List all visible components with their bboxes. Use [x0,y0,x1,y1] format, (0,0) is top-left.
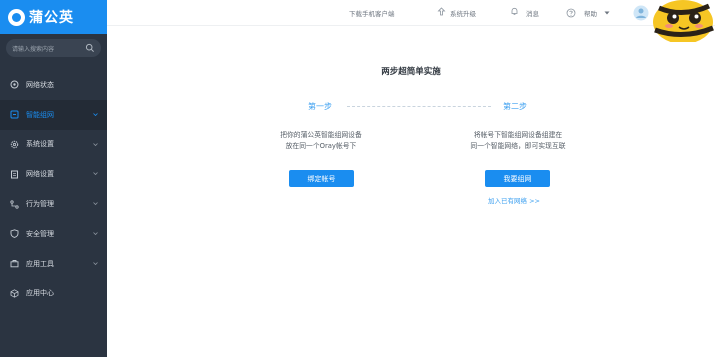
sidebar-item-label: 应用中心 [26,289,54,298]
sidebar: 蒲公英 请输入搜索内容 网络状态 智能组网 系统设置 网络设置 行为管理 安全管… [0,0,107,357]
bell-icon [511,7,518,15]
shield-icon [10,229,19,239]
cube-icon [10,289,19,298]
step-divider [347,106,491,107]
system-upgrade-link[interactable]: 系统升级 [450,8,476,18]
step-two-label: 第二步 [503,102,527,111]
sidebar-item-security-management[interactable]: 安全管理 [0,219,107,249]
gear-icon [10,140,19,149]
brand-name: 蒲公英 [29,10,74,26]
create-network-button[interactable]: 我要组网 [485,170,550,187]
sidebar-item-system-settings[interactable]: 系统设置 [0,130,107,160]
top-bar: 下载手机客户端 系统升级 消息 帮助 [107,0,715,26]
chevron-down-icon [93,202,98,206]
download-app-link[interactable]: 下载手机客户端 [349,8,395,18]
join-network-link[interactable]: 加入已有网络 >> [488,195,540,205]
bind-account-button[interactable]: 绑定帐号 [289,170,354,187]
pgy-logo-icon [8,8,25,26]
search-placeholder: 请输入搜索内容 [12,45,55,53]
sidebar-item-network-settings[interactable]: 网络设置 [0,159,107,189]
document-icon [11,170,18,179]
route-icon [10,199,19,209]
step-one-desc-line2: 放在同一个Oray帐号下 [285,142,357,150]
sidebar-item-app-tools[interactable]: 应用工具 [0,249,107,279]
help-icon [566,8,576,18]
chevron-down-icon [93,232,98,236]
chevron-down-icon [93,142,98,146]
sidebar-item-network-status[interactable]: 网络状态 [0,70,107,100]
step-one-description: 把你的蒲公英智能组网设备 放在同一个Oray帐号下 [241,130,401,152]
page-title: 两步超简单实施 [381,67,441,77]
sidebar-item-label: 行为管理 [26,200,54,209]
sidebar-item-behavior-management[interactable]: 行为管理 [0,189,107,219]
chevron-down-icon [93,172,98,176]
step-two-description: 将帐号下智能组网设备组建在 同一个智能网络，即可实现互联 [438,130,598,152]
sidebar-item-label: 应用工具 [26,259,54,268]
watermark: 爆侃数码圈 [573,320,683,344]
caret-down-icon[interactable] [604,10,610,16]
sidebar-item-label: 网络状态 [26,80,54,89]
search-icon[interactable] [85,43,95,53]
help-link[interactable]: 帮助 [584,8,597,18]
main-content: 两步超简单实施 第一步 第二步 把你的蒲公英智能组网设备 放在同一个Oray帐号… [107,26,715,357]
sidebar-item-smart-network[interactable]: 智能组网 [0,99,107,130]
status-icon [10,80,19,89]
sidebar-item-label: 安全管理 [26,229,54,238]
brand-header[interactable]: 蒲公英 [0,0,107,34]
network-icon [10,110,19,119]
sidebar-item-label: 系统设置 [26,140,54,149]
search-input[interactable]: 请输入搜索内容 [6,39,101,57]
avatar[interactable] [633,5,649,21]
step-one-desc-line1: 把你的蒲公英智能组网设备 [280,131,362,139]
sidebar-item-app-center[interactable]: 应用中心 [0,279,107,309]
messages-link[interactable]: 消息 [526,8,539,18]
step-two-desc-line1: 将帐号下智能组网设备组建在 [473,131,563,139]
chevron-down-icon [93,113,98,116]
sidebar-item-label: 智能组网 [26,110,54,119]
upgrade-icon [437,7,446,16]
step-one-label: 第一步 [308,102,332,111]
sidebar-item-label: 网络设置 [26,170,54,179]
chevron-down-icon [93,261,98,265]
briefcase-icon [10,260,19,268]
step-two-desc-line2: 同一个智能网络，即可实现互联 [470,142,566,150]
sidebar-nav: 网络状态 智能组网 系统设置 网络设置 行为管理 安全管理 应用工具 应用中心 [0,70,107,308]
